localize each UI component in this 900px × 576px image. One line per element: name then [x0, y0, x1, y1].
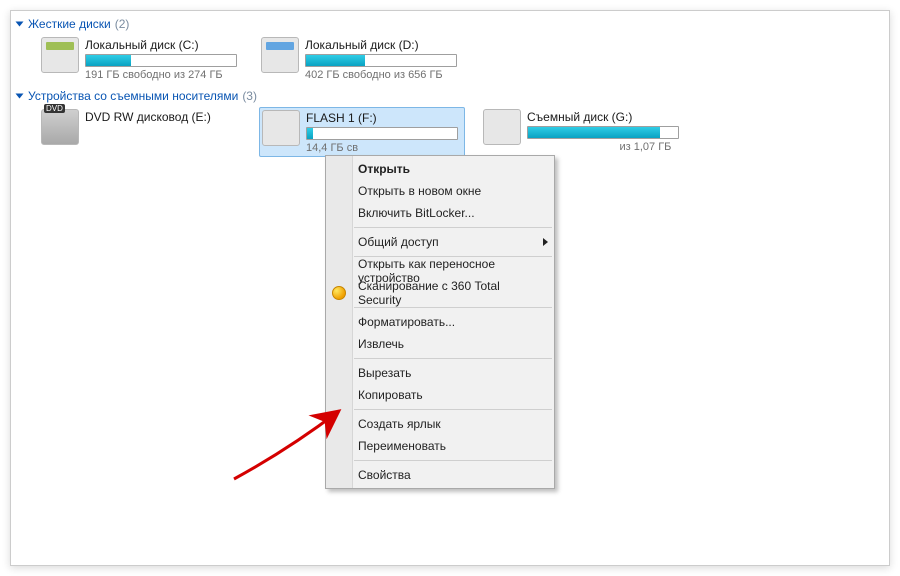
collapse-icon: [16, 22, 24, 27]
drive-title: Съемный диск (G:): [527, 110, 683, 124]
drive-title: FLASH 1 (F:): [306, 111, 462, 125]
context-menu: Открыть Открыть в новом окне Включить Bi…: [325, 155, 555, 489]
drive-body: Съемный диск (G:) XXX ГБ свободно из 1,0…: [527, 109, 683, 153]
drive-body: Локальный диск (D:) 402 ГБ свободно из 6…: [305, 37, 461, 81]
ctx-open[interactable]: Открыть: [326, 158, 554, 180]
drive-capacity-bar: [305, 54, 457, 67]
drive-c[interactable]: Локальный диск (C:) 191 ГБ свободно из 2…: [39, 35, 243, 83]
drive-body: Локальный диск (C:) 191 ГБ свободно из 2…: [85, 37, 241, 81]
drive-subtext: 191 ГБ свободно из 274 ГБ: [85, 69, 241, 81]
drive-subtext: 14,4 ГБ св: [306, 142, 462, 154]
ctx-bitlocker[interactable]: Включить BitLocker...: [326, 202, 554, 224]
ctx-separator: [354, 409, 552, 410]
usb-drive-icon: [262, 110, 300, 146]
drive-title: Локальный диск (C:): [85, 38, 241, 52]
drive-body: DVD RW дисковод (E:): [85, 109, 241, 126]
section-header-removable[interactable]: Устройства со съемными носителями (3): [11, 83, 889, 107]
collapse-icon: [16, 94, 24, 99]
drive-subtext: 402 ГБ свободно из 656 ГБ: [305, 69, 461, 81]
usb-drive-icon: [483, 109, 521, 145]
ctx-cut[interactable]: Вырезать: [326, 362, 554, 384]
drive-title: Локальный диск (D:): [305, 38, 461, 52]
ctx-copy[interactable]: Копировать: [326, 384, 554, 406]
ctx-properties[interactable]: Свойства: [326, 464, 554, 486]
ctx-format[interactable]: Форматировать...: [326, 311, 554, 333]
drive-dvd[interactable]: DVD RW дисковод (E:): [39, 107, 243, 147]
drive-g[interactable]: Съемный диск (G:) XXX ГБ свободно из 1,0…: [481, 107, 685, 155]
section-title: Жесткие диски: [28, 17, 111, 31]
ctx-separator: [354, 307, 552, 308]
removable-row: DVD RW дисковод (E:) FLASH 1 (F:) 14,4 Г…: [11, 107, 889, 157]
shield-icon: [332, 286, 346, 300]
explorer-content: Жесткие диски (2) Локальный диск (C:) 19…: [10, 10, 890, 566]
ctx-scan-360[interactable]: Сканирование с 360 Total Security: [326, 282, 554, 304]
ctx-open-new-window[interactable]: Открыть в новом окне: [326, 180, 554, 202]
ctx-separator: [354, 358, 552, 359]
drive-icon: [41, 37, 79, 73]
ctx-create-shortcut[interactable]: Создать ярлык: [326, 413, 554, 435]
ctx-eject[interactable]: Извлечь: [326, 333, 554, 355]
dvd-drive-icon: [41, 109, 79, 145]
section-title: Устройства со съемными носителями: [28, 89, 238, 103]
drive-capacity-bar: [306, 127, 458, 140]
section-header-hdd[interactable]: Жесткие диски (2): [11, 11, 889, 35]
drive-icon: [261, 37, 299, 73]
drive-capacity-bar: [85, 54, 237, 67]
section-count: (3): [242, 89, 257, 103]
drive-d[interactable]: Локальный диск (D:) 402 ГБ свободно из 6…: [259, 35, 463, 83]
ctx-separator: [354, 227, 552, 228]
drive-body: FLASH 1 (F:) 14,4 ГБ св: [306, 110, 462, 154]
submenu-arrow-icon: [543, 238, 548, 246]
drive-capacity-bar: [527, 126, 679, 139]
drive-title: DVD RW дисковод (E:): [85, 110, 241, 124]
ctx-separator: [354, 460, 552, 461]
drive-subtext: XXX ГБ свободно из 1,07 ГБ: [527, 141, 683, 153]
ctx-sharing[interactable]: Общий доступ: [326, 231, 554, 253]
ctx-rename[interactable]: Переименовать: [326, 435, 554, 457]
hdd-row: Локальный диск (C:) 191 ГБ свободно из 2…: [11, 35, 889, 83]
section-count: (2): [115, 17, 130, 31]
drive-f-flash[interactable]: FLASH 1 (F:) 14,4 ГБ св: [259, 107, 465, 157]
